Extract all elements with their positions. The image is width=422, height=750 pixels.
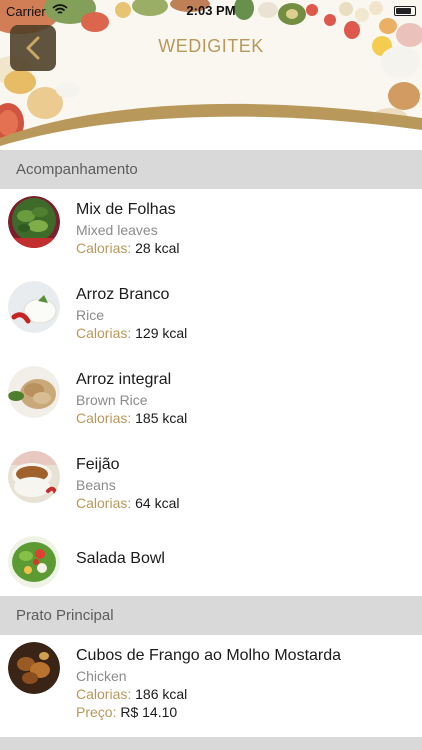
list-item[interactable]: Feijão Beans Calorias: 64 kcal — [0, 444, 422, 529]
item-calories: Calorias: 129 kcal — [76, 324, 187, 342]
calories-value: 186 kcal — [135, 686, 188, 702]
price-label: Preço: — [76, 704, 117, 720]
calories-label: Calorias: — [76, 325, 132, 341]
section-footer-divider — [0, 737, 422, 750]
item-price: Preço: R$ 14.10 — [76, 703, 341, 721]
item-title: Mix de Folhas — [76, 201, 176, 218]
battery-level — [396, 8, 411, 14]
salad-bowl-image — [8, 536, 60, 588]
mixed-leaves-image — [8, 196, 60, 248]
beans-image — [8, 451, 60, 503]
item-subtitle: Beans — [76, 477, 116, 493]
item-calories: Calorias: 64 kcal — [76, 494, 180, 512]
calories-label: Calorias: — [76, 686, 132, 702]
chicken-image — [8, 642, 60, 694]
calories-label: Calorias: — [76, 240, 132, 256]
header-banner: Carrier 2:03 PM WEDIGITEK — [0, 0, 422, 150]
app-title: WEDIGITEK — [158, 36, 264, 56]
section-header-prato-principal: Prato Principal — [0, 596, 422, 635]
calories-label: Calorias: — [76, 495, 132, 511]
item-title: Salada Bowl — [76, 550, 165, 567]
item-title: Arroz Branco — [76, 286, 170, 303]
calories-value: 129 kcal — [135, 325, 188, 341]
item-subtitle: Brown Rice — [76, 392, 148, 408]
list-item[interactable]: Arroz integral Brown Rice Calorias: 185 … — [0, 359, 422, 444]
battery-icon — [394, 6, 416, 16]
list-item[interactable]: Salada Bowl — [0, 529, 422, 596]
calories-value: 28 kcal — [135, 240, 180, 256]
item-subtitle: Rice — [76, 307, 105, 323]
item-title: Arroz integral — [76, 371, 172, 388]
item-title: Feijão — [76, 456, 120, 473]
section-header-acompanhamento: Acompanhamento — [0, 150, 422, 189]
list-item[interactable]: Cubos de Frango ao Molho Mostarda Chicke… — [0, 635, 422, 735]
status-time: 2:03 PM — [186, 3, 236, 18]
list-item[interactable]: Mix de Folhas Mixed leaves Calorias: 28 … — [0, 189, 422, 274]
item-calories: Calorias: 185 kcal — [76, 409, 187, 427]
item-subtitle: Mixed leaves — [76, 222, 158, 238]
calories-value: 185 kcal — [135, 410, 188, 426]
list-item[interactable]: Arroz Branco Rice Calorias: 129 kcal — [0, 274, 422, 359]
white-rice-image — [8, 281, 60, 333]
calories-label: Calorias: — [76, 410, 132, 426]
calories-value: 64 kcal — [135, 495, 180, 511]
price-value: R$ 14.10 — [120, 704, 178, 720]
item-subtitle: Chicken — [76, 668, 127, 684]
item-calories: Calorias: 28 kcal — [76, 239, 180, 257]
item-title: Cubos de Frango ao Molho Mostarda — [76, 647, 342, 664]
item-calories: Calorias: 186 kcal — [76, 685, 341, 703]
brown-rice-image — [8, 366, 60, 418]
food-banner-image — [0, 0, 422, 150]
status-bar: Carrier 2:03 PM — [0, 0, 422, 22]
